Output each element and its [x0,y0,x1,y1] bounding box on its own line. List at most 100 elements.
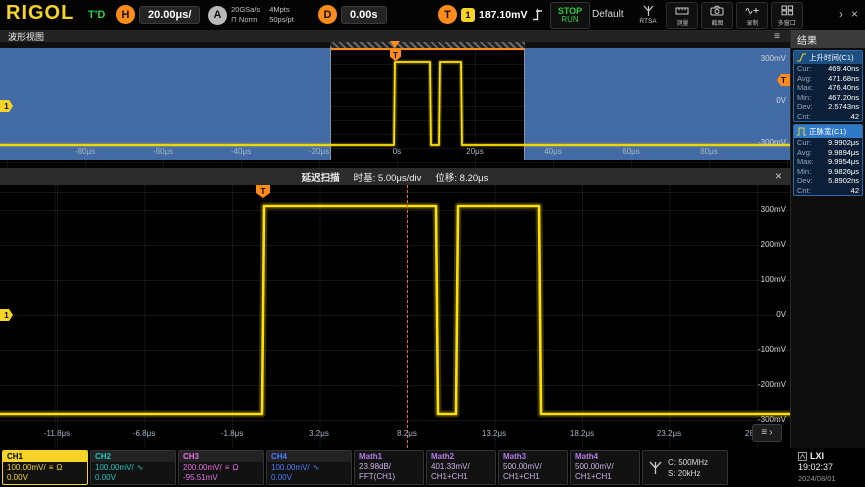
overview-time-label: -20μs [296,147,342,156]
trigger-level-value[interactable]: 187.10mV [479,9,527,21]
zoom-timebase-value: 5.00μs/div [378,173,422,184]
collapse-panel-button[interactable]: ≡› [752,424,782,442]
trigger-position-marker-icon[interactable] [390,41,400,48]
timebase-value[interactable]: 20.00μs/ [139,6,200,24]
overview-time-label: 80μs [686,147,732,156]
impedance-icon: Ω [56,463,62,472]
acquire-mode: ⊓ Norm [231,15,260,25]
horizontal-group: H 20.00μs/ [116,5,200,24]
time-label: -11.8μs [34,429,80,438]
math4-label: Math4 [575,452,635,462]
measure-label: 测量 [676,17,688,26]
volt-label: 200mV [740,240,786,250]
ch1-status-block[interactable]: CH1 100.00mV/≡Ω 0.00V [2,450,88,485]
multi-window-label: 多窗口 [778,17,796,26]
math2-function: CH1+CH1 [431,472,491,482]
stat-key: Dev: [797,176,812,186]
math2-status-block[interactable]: Math2 401.33mV/ CH1+CH1 [426,450,496,485]
stat-value: 42 [851,186,859,196]
sample-resolution: 50ps/pt [269,15,294,25]
lxi-status-block[interactable]: LXI 19:02:37 2024/08/01 [792,450,863,485]
run-stop-button[interactable]: STOP RUN [550,2,590,29]
ch2-label: CH2 [91,451,175,462]
ch2-offset: 0.00V [95,473,171,483]
volt-label: 100mV [740,275,786,285]
math1-function: FFT(CH1) [359,472,419,482]
math4-status-block[interactable]: Math4 500.00mV/ CH1+CH1 [570,450,640,485]
zoom-offset-cursor[interactable] [407,185,408,448]
main-waveform-view[interactable]: T 1 300mV 200mV 100mV 0V -100mV -200mV -… [0,185,790,448]
antenna-icon [642,5,655,17]
delay-value[interactable]: 0.00s [341,6,387,24]
rtsa-status-block[interactable]: C: 500MHz S: 20kHz [642,450,728,485]
volt-label: -100mV [740,345,786,355]
zoom-offset-value: 8.20μs [460,173,489,184]
time-label: 13.2μs [471,429,517,438]
trigger-group: T 1 187.10mV [438,5,544,24]
acquire-knob[interactable]: A [208,6,227,25]
acquire-info[interactable]: 20GSa/s 4Mpts ⊓ Norm 50ps/pt [231,5,294,25]
pulse-width-icon [796,127,807,136]
stat-key: Max: [797,157,813,167]
time-label: -1.8μs [209,429,255,438]
lxi-icon [798,452,807,461]
overview-time-label: 60μs [608,147,654,156]
zoom-timebase[interactable]: 时基: 5.00μs/div [354,170,422,184]
close-zoom-icon[interactable]: × [775,169,782,183]
stat-value: 469.40ns [828,64,859,74]
zoom-offset[interactable]: 位移: 8.20μs [435,170,488,184]
math3-scale: 500.00mV/ [503,462,563,472]
volt-label: 0V [740,310,786,320]
horizontal-knob[interactable]: H [116,5,135,24]
ch3-offset: -95.51mV [183,473,259,483]
math1-status-block[interactable]: Math1 23.98dB/ FFT(CH1) [354,450,424,485]
delay-group: D 0.00s [318,5,387,24]
view-menu-icon[interactable]: ≡ [774,31,780,42]
multi-window-tool-button[interactable]: 多窗口 [771,2,803,29]
measure-tool-button[interactable]: 测量 [666,2,698,29]
screenshot-tool-button[interactable]: 截图 [701,2,733,29]
record-tool-button[interactable]: 录制 [736,2,768,29]
channel-status-bar: CH1 100.00mV/≡Ω 0.00V CH2 100.00mV/∿ 0.0… [0,448,865,487]
ch2-status-block[interactable]: CH2 100.00mV/∿ 0.00V [90,450,176,485]
run-label: RUN [561,16,578,24]
trigger-knob[interactable]: T [438,5,457,24]
stat-key: Max: [797,83,813,93]
overview-time-label: -60μs [140,147,186,156]
camera-icon [710,5,724,16]
ch4-status-block[interactable]: CH4 100.00mV/∿ 0.00V [266,450,352,485]
stat-value: 476.40ns [828,83,859,93]
trigger-source-badge[interactable]: 1 [461,8,475,22]
overview-waveform-view[interactable]: T 1 T -80μs -60μs -40μs -20μs 0s 20μs 40… [0,48,790,168]
rigol-logo: RIGOL [6,2,74,25]
stat-value: 9.9954μs [828,157,859,167]
zoom-offset-label: 位移: [435,173,457,184]
ac-coupling-icon: ∿ [313,463,320,472]
rtsa-button[interactable]: RTSA [634,2,662,27]
time-label: 8.2μs [384,429,430,438]
math3-status-block[interactable]: Math3 500.00mV/ CH1+CH1 [498,450,568,485]
measurement-name: 正脉宽(C1) [809,126,846,137]
ch1-label: CH1 [3,451,87,462]
stat-value: 9.9902μs [828,138,859,148]
measurement-card-rise-time[interactable]: 上升时间(C1) Cur:469.40ns Avg:471.68ns Max:4… [793,50,863,122]
ch3-status-block[interactable]: CH3 200.00mV/≡Ω -95.51mV [178,450,264,485]
oscilloscope-screen: RIGOL T'D H 20.00μs/ A 20GSa/s 4Mpts ⊓ N… [0,0,865,487]
close-icon[interactable]: × [851,7,858,21]
math4-function: CH1+CH1 [575,472,635,482]
time-label: 3.2μs [296,429,342,438]
ch4-scale: 100.00mV/ [271,463,310,472]
math2-label: Math2 [431,452,491,462]
ch1-scale: 100.00mV/ [7,463,46,472]
results-panel-header: 结果 [791,30,865,48]
overview-time-label: -40μs [218,147,264,156]
volt-label: -200mV [740,380,786,390]
default-button[interactable]: Default [592,9,624,20]
ch4-offset: 0.00V [271,473,347,483]
delay-knob[interactable]: D [318,5,337,24]
overview-time-label: 20μs [452,147,498,156]
stat-value: 42 [851,112,859,122]
measurement-card-pos-width[interactable]: 正脉宽(C1) Cur:9.9902μs Avg:9.9894μs Max:9.… [793,124,863,196]
waveform-record-icon [745,5,759,16]
chevron-right-icon[interactable]: › [839,7,843,21]
